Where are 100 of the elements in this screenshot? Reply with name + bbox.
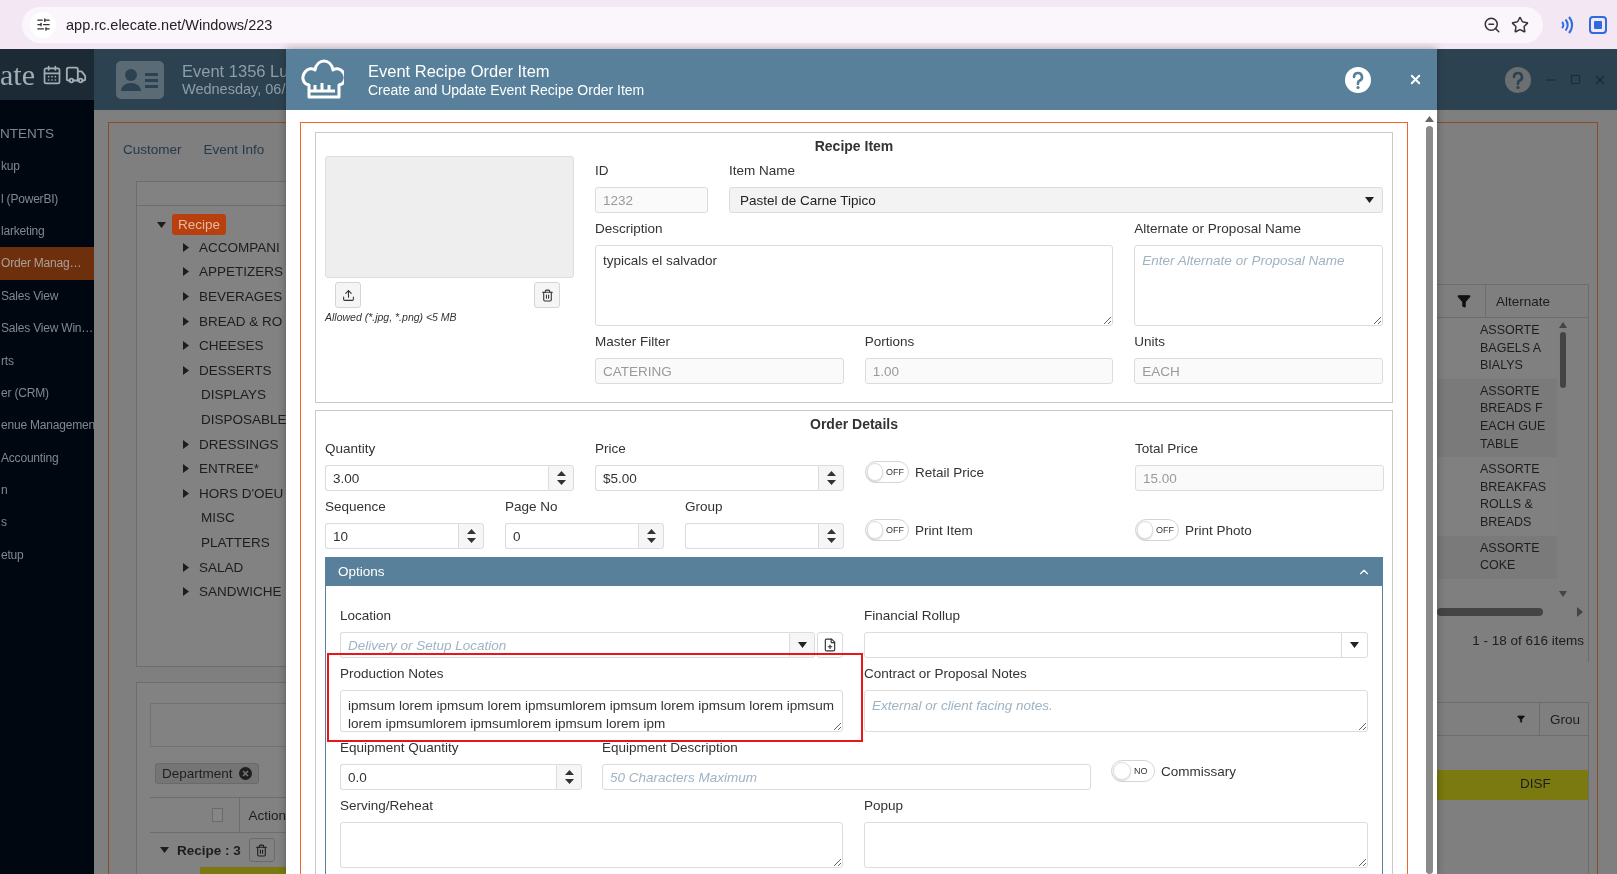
collapse-arrow-icon[interactable] — [157, 221, 166, 228]
sidebar-item[interactable]: etup — [0, 538, 94, 572]
help-button[interactable] — [1344, 65, 1372, 94]
production-notes-label: Production Notes — [340, 666, 445, 682]
page-no-field[interactable]: 0 — [505, 523, 638, 549]
sequence-field[interactable]: 10 — [325, 523, 458, 549]
expand-arrow-icon[interactable] — [183, 267, 189, 277]
expand-arrow-icon[interactable] — [183, 488, 189, 498]
sidebar-item[interactable]: Order Manag… — [0, 247, 94, 280]
tree-node[interactable]: DISPLAYS — [201, 387, 267, 403]
item-name-dropdown[interactable]: Pastel de Carne Tipico — [729, 187, 1383, 213]
expand-arrow-icon[interactable] — [183, 562, 189, 572]
expand-arrow-icon[interactable] — [183, 242, 189, 252]
tree-node[interactable]: HORS D'OEU — [199, 485, 284, 501]
zoom-icon[interactable] — [1483, 15, 1501, 34]
upload-button[interactable] — [335, 282, 361, 308]
sidebar-item[interactable]: larketing — [0, 214, 94, 248]
tree-node[interactable]: MISC — [201, 510, 235, 526]
location-label: Location — [340, 608, 393, 624]
expand-arrow-icon[interactable] — [183, 365, 189, 375]
caret-icon — [1364, 197, 1374, 203]
sidebar-item[interactable]: rts — [0, 344, 94, 377]
sidebar-item[interactable]: n — [0, 473, 94, 507]
tab[interactable]: Event Info — [203, 141, 265, 157]
spin-button[interactable] — [556, 764, 582, 790]
dialog-title: Event Recipe Order Item — [368, 61, 551, 81]
filter-icon[interactable] — [1457, 294, 1471, 308]
caret-icon — [797, 642, 807, 648]
toggle-switch[interactable]: OFF — [865, 519, 909, 541]
tree-node[interactable]: PLATTERS — [201, 534, 270, 550]
tree-node[interactable]: DESSERTS — [199, 362, 272, 378]
serving-reheat-field[interactable] — [340, 822, 843, 868]
tree-node[interactable]: SALAD — [199, 559, 244, 575]
popup-field[interactable] — [864, 822, 1368, 868]
sidebar-item[interactable]: Accounting — [0, 441, 94, 474]
toggle-label: Commissary — [1161, 763, 1236, 779]
toggle-switch[interactable]: OFF — [865, 461, 909, 483]
site-settings-icon[interactable] — [30, 11, 56, 38]
close-button[interactable] — [1408, 72, 1423, 87]
tree-node[interactable]: BREAD & RO — [199, 313, 283, 329]
tree-node[interactable]: ENTREE* — [199, 461, 259, 477]
alternate-name-label: Alternate or Proposal Name — [1134, 221, 1302, 237]
price-field[interactable]: $5.00 — [595, 465, 818, 491]
upload-hint: Allowed (*.jpg, *.png) <5 MB — [325, 311, 458, 323]
expand-arrow-icon[interactable] — [183, 439, 189, 449]
toggle-switch[interactable]: OFF — [1135, 519, 1179, 541]
dropdown-button[interactable] — [789, 632, 815, 658]
delete-button[interactable] — [248, 838, 275, 862]
spin-button[interactable] — [458, 523, 484, 549]
tree-node[interactable]: SANDWICHE — [199, 584, 282, 600]
contact-card-icon — [116, 60, 164, 99]
extension-icon[interactable] — [1589, 15, 1607, 34]
expand-arrow-icon[interactable] — [183, 341, 189, 351]
equipment-quantity-field[interactable]: 0.0 — [340, 764, 556, 790]
tab[interactable]: Customer — [123, 141, 182, 157]
filter-icon[interactable] — [1517, 712, 1526, 726]
tree-node[interactable]: Recipe — [172, 214, 227, 235]
location-field[interactable]: Delivery or Setup Location — [340, 632, 789, 658]
expand-arrow-icon[interactable] — [183, 292, 189, 301]
spin-button[interactable] — [638, 523, 664, 549]
tree-node[interactable]: BEVERAGES — [199, 289, 283, 304]
group-field[interactable] — [685, 523, 818, 549]
sidebar-item[interactable]: Sales View Win… — [0, 311, 94, 345]
trash-icon — [540, 288, 554, 302]
equipment-description-field[interactable]: 50 Characters Maximum — [602, 764, 1091, 790]
sidebar-item[interactable]: enue Managemen — [0, 409, 94, 442]
filter-chip[interactable]: Department — [155, 763, 259, 784]
sidebar-item[interactable]: kup — [0, 150, 94, 183]
tree-node[interactable]: ACCOMPANI — [199, 239, 280, 255]
expand-arrow-icon[interactable] — [183, 316, 189, 326]
expand-arrow-icon[interactable] — [183, 587, 189, 597]
tree-node[interactable]: CHEESES — [199, 338, 264, 354]
spinner-arrows-icon — [826, 470, 836, 486]
bookmark-star-icon[interactable] — [1511, 15, 1529, 34]
sidebar-item[interactable]: l (PowerBI) — [0, 182, 94, 215]
sidebar-item[interactable]: er (CRM) — [0, 376, 94, 410]
description-field[interactable]: typicals el salvador — [595, 245, 1114, 326]
sidebar-item[interactable]: Sales View — [0, 279, 94, 312]
production-notes-field[interactable]: ipmsum lorem ipmsum lorem ipmsumlorem ipmsum lorem ipmsum lorem ipmsum lorem ipmsumlorem ipmsumlorem ipmsum lorem ipm — [340, 690, 843, 732]
checkbox[interactable] — [212, 808, 224, 822]
sidebar-item[interactable]: s — [0, 506, 94, 539]
spin-button[interactable] — [818, 523, 844, 549]
spin-button[interactable] — [818, 465, 844, 491]
quantity-field[interactable]: 3.00 — [325, 465, 548, 491]
contract-notes-field[interactable]: External or client facing notes. — [864, 690, 1368, 732]
expand-arrow-icon[interactable] — [183, 464, 189, 474]
options-panel-header[interactable]: Options — [325, 557, 1383, 586]
calendar-icon[interactable] — [41, 64, 62, 85]
tree-node[interactable]: DRESSINGS — [199, 436, 279, 452]
tree-node[interactable]: APPETIZERS — [199, 264, 284, 280]
address-bar[interactable]: app.rc.elecate.net/Windows/223 — [22, 6, 1543, 43]
toggle-switch[interactable]: NO — [1111, 760, 1155, 782]
tree-node[interactable]: DISPOSABLE — [201, 411, 286, 427]
price-label: Price — [595, 441, 627, 457]
spin-button[interactable] — [548, 465, 574, 491]
alternate-name-field[interactable]: Enter Alternate or Proposal Name — [1134, 245, 1383, 326]
collapse-arrow-icon[interactable] — [160, 847, 169, 853]
url-text: app.rc.elecate.net/Windows/223 — [66, 16, 273, 33]
remove-icon[interactable] — [238, 767, 252, 780]
add-location-button[interactable] — [817, 632, 843, 658]
